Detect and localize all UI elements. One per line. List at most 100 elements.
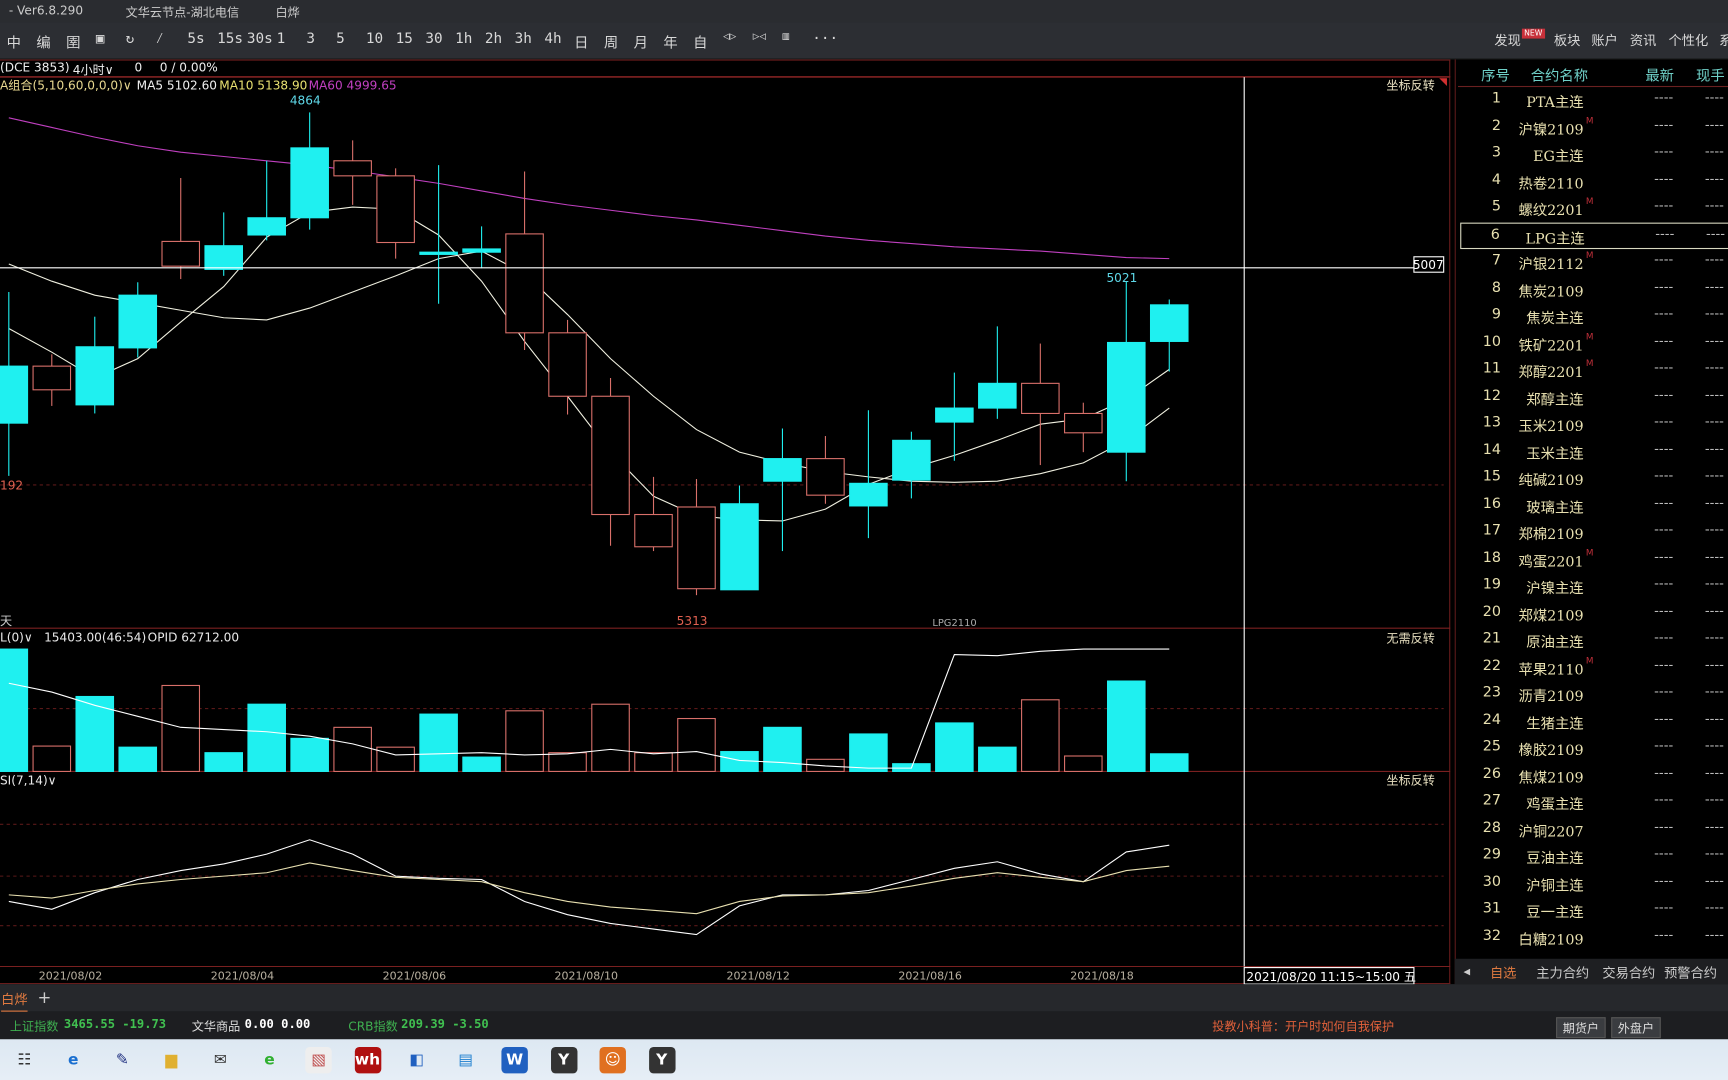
- row-index: 15: [1482, 468, 1501, 485]
- quote-row[interactable]: 11 郑醇2201 M ---- ----: [1460, 357, 1728, 383]
- wenhua-icon[interactable]: wh: [354, 1046, 381, 1074]
- quote-row[interactable]: 29 豆油主连 ---- ----: [1460, 843, 1728, 869]
- row-index: 25: [1482, 738, 1501, 755]
- menu-0[interactable]: 发现: [1494, 31, 1520, 50]
- game-icon[interactable]: ☺: [599, 1046, 626, 1074]
- current-volume: ----: [1704, 926, 1724, 942]
- quote-row[interactable]: 17 郑棉2109 ---- ----: [1460, 519, 1728, 545]
- quote-row[interactable]: 21 原油主连 ---- ----: [1460, 627, 1728, 653]
- quote-row[interactable]: 13 玉米2109 ---- ----: [1460, 411, 1728, 437]
- contract-name: 橡胶2109: [1518, 742, 1584, 760]
- page-tab[interactable]: 白烨: [1, 990, 28, 1013]
- candle-body: [763, 458, 802, 482]
- contract-name: 郑棉2109: [1518, 526, 1584, 544]
- candle-body: [1021, 382, 1060, 415]
- col-header-last[interactable]: 最新: [1645, 64, 1674, 85]
- add-tab-button[interactable]: +: [37, 987, 51, 1007]
- quote-row[interactable]: 22 苹果2110 M ---- ----: [1460, 654, 1728, 680]
- wps-icon[interactable]: W: [501, 1046, 528, 1074]
- candle: [0, 291, 29, 476]
- quote-row[interactable]: 12 郑醇主连 ---- ----: [1460, 384, 1728, 410]
- quote-row[interactable]: 14 玉米主连 ---- ----: [1460, 438, 1728, 464]
- yi-icon-2[interactable]: Y: [648, 1046, 675, 1074]
- col-header-name[interactable]: 合约名称: [1531, 64, 1588, 85]
- notice-link[interactable]: 投教小科普：开户时如何自我保护: [1212, 1017, 1394, 1035]
- quote-row[interactable]: 6 LPG主连 ---- ----: [1460, 222, 1728, 249]
- last-price: ----: [1654, 737, 1674, 753]
- candle: [1064, 402, 1103, 453]
- contract-name: 郑醇主连: [1526, 391, 1584, 409]
- candle: [32, 354, 72, 406]
- quote-row[interactable]: 9 焦炭主连 ---- ----: [1460, 303, 1728, 329]
- row-index: 24: [1482, 711, 1501, 728]
- quote-row[interactable]: 19 沪镍主连 ---- ----: [1460, 573, 1728, 599]
- current-volume: ----: [1704, 602, 1724, 618]
- last-price: ----: [1654, 548, 1674, 564]
- tv-icon[interactable]: ▤: [452, 1047, 478, 1073]
- menu-4[interactable]: 个性化: [1668, 31, 1708, 50]
- quote-row[interactable]: 3 EG主连 ---- ----: [1460, 141, 1728, 167]
- date-tick-label: 2021/08/10: [555, 970, 619, 983]
- quote-row[interactable]: 20 郑煤2109 ---- ----: [1460, 600, 1728, 626]
- last-price: ----: [1654, 467, 1674, 483]
- edge-icon[interactable]: e: [60, 1047, 86, 1073]
- current-volume: ----: [1704, 467, 1724, 483]
- quote-row[interactable]: 28 沪铜2207 ---- ----: [1460, 816, 1728, 842]
- col-header-volume[interactable]: 现手: [1696, 64, 1725, 85]
- contract-name: EG主连: [1533, 148, 1584, 166]
- quote-row[interactable]: 23 沥青2109 ---- ----: [1460, 681, 1728, 707]
- row-index: 12: [1482, 387, 1501, 404]
- candle: [204, 212, 243, 276]
- tab-alert-contracts[interactable]: 预警合约: [1664, 963, 1717, 982]
- contract-name: 焦炭2109: [1518, 283, 1584, 301]
- quote-row[interactable]: 10 铁矿2201 M ---- ----: [1460, 330, 1728, 356]
- row-index: 8: [1491, 279, 1501, 296]
- foreign-account-button[interactable]: 外盘户: [1611, 1017, 1661, 1039]
- date-tick-label: 2021/08/02: [39, 970, 103, 983]
- candle: [763, 428, 802, 552]
- row-index: 17: [1482, 522, 1501, 539]
- quote-row[interactable]: 7 沪银2112 M ---- ----: [1460, 249, 1728, 275]
- futures-account-button[interactable]: 期货户: [1556, 1017, 1606, 1039]
- quote-row[interactable]: 32 白糖2109 ---- ----: [1460, 924, 1728, 950]
- yi-icon[interactable]: Y: [550, 1046, 577, 1074]
- quote-row[interactable]: 26 焦煤2109 ---- ----: [1460, 762, 1728, 788]
- kline-chart[interactable]: 5007 A组合(5,10,60,0,0,0)∨ MA5 5102.60 MA10 5…: [0, 0, 1451, 986]
- quote-row[interactable]: 30 沪铜主连 ---- ----: [1460, 870, 1728, 896]
- quote-row[interactable]: 4 热卷2110 ---- ----: [1460, 168, 1728, 194]
- app-icon[interactable]: ◧: [403, 1047, 429, 1073]
- quote-row[interactable]: 5 螺纹2201 M ---- ----: [1460, 195, 1728, 221]
- quote-row[interactable]: 1 PTA主连 ---- ----: [1460, 87, 1728, 113]
- quote-row[interactable]: 27 鸡蛋主连 ---- ----: [1460, 789, 1728, 815]
- menu-2[interactable]: 账户: [1591, 31, 1617, 50]
- quote-row[interactable]: 24 生猪主连 ---- ----: [1460, 708, 1728, 734]
- menu-1[interactable]: 板块: [1554, 31, 1580, 50]
- last-price: ----: [1654, 872, 1674, 888]
- col-header-index[interactable]: 序号: [1481, 64, 1510, 85]
- task-view-icon[interactable]: ☷: [11, 1047, 37, 1073]
- tab-main-contracts[interactable]: 主力合约: [1536, 963, 1589, 982]
- tab-watchlist[interactable]: 自选: [1490, 963, 1516, 982]
- quote-row[interactable]: 8 焦炭2109 ---- ----: [1460, 276, 1728, 302]
- volume-bar: [1064, 755, 1103, 772]
- tabs-prev-button[interactable]: ◂: [1464, 963, 1471, 978]
- last-price: ----: [1654, 251, 1674, 267]
- row-index: 5: [1491, 198, 1501, 215]
- current-volume: ----: [1704, 872, 1724, 888]
- menu-5[interactable]: 系: [1719, 31, 1728, 50]
- volume-bar: [462, 756, 501, 772]
- tab-trade-contracts[interactable]: 交易合约: [1602, 963, 1655, 982]
- quote-row[interactable]: 18 鸡蛋2201 M ---- ----: [1460, 546, 1728, 572]
- quote-row[interactable]: 16 玻璃主连 ---- ----: [1460, 492, 1728, 518]
- browser-icon[interactable]: e: [256, 1047, 282, 1073]
- mail-icon[interactable]: ✉: [207, 1047, 233, 1073]
- quote-row[interactable]: 25 橡胶2109 ---- ----: [1460, 735, 1728, 761]
- quote-row[interactable]: 15 纯碱2109 ---- ----: [1460, 465, 1728, 491]
- file-explorer-icon[interactable]: ▆: [158, 1047, 184, 1073]
- contract-name: 白糖2109: [1518, 931, 1584, 949]
- quote-row[interactable]: 31 豆一主连 ---- ----: [1460, 897, 1728, 923]
- brush-icon[interactable]: ✎: [109, 1047, 135, 1073]
- paint-icon[interactable]: ▧: [305, 1046, 332, 1074]
- quote-row[interactable]: 2 沪镍2109 M ---- ----: [1460, 114, 1728, 140]
- menu-3[interactable]: 资讯: [1630, 31, 1656, 50]
